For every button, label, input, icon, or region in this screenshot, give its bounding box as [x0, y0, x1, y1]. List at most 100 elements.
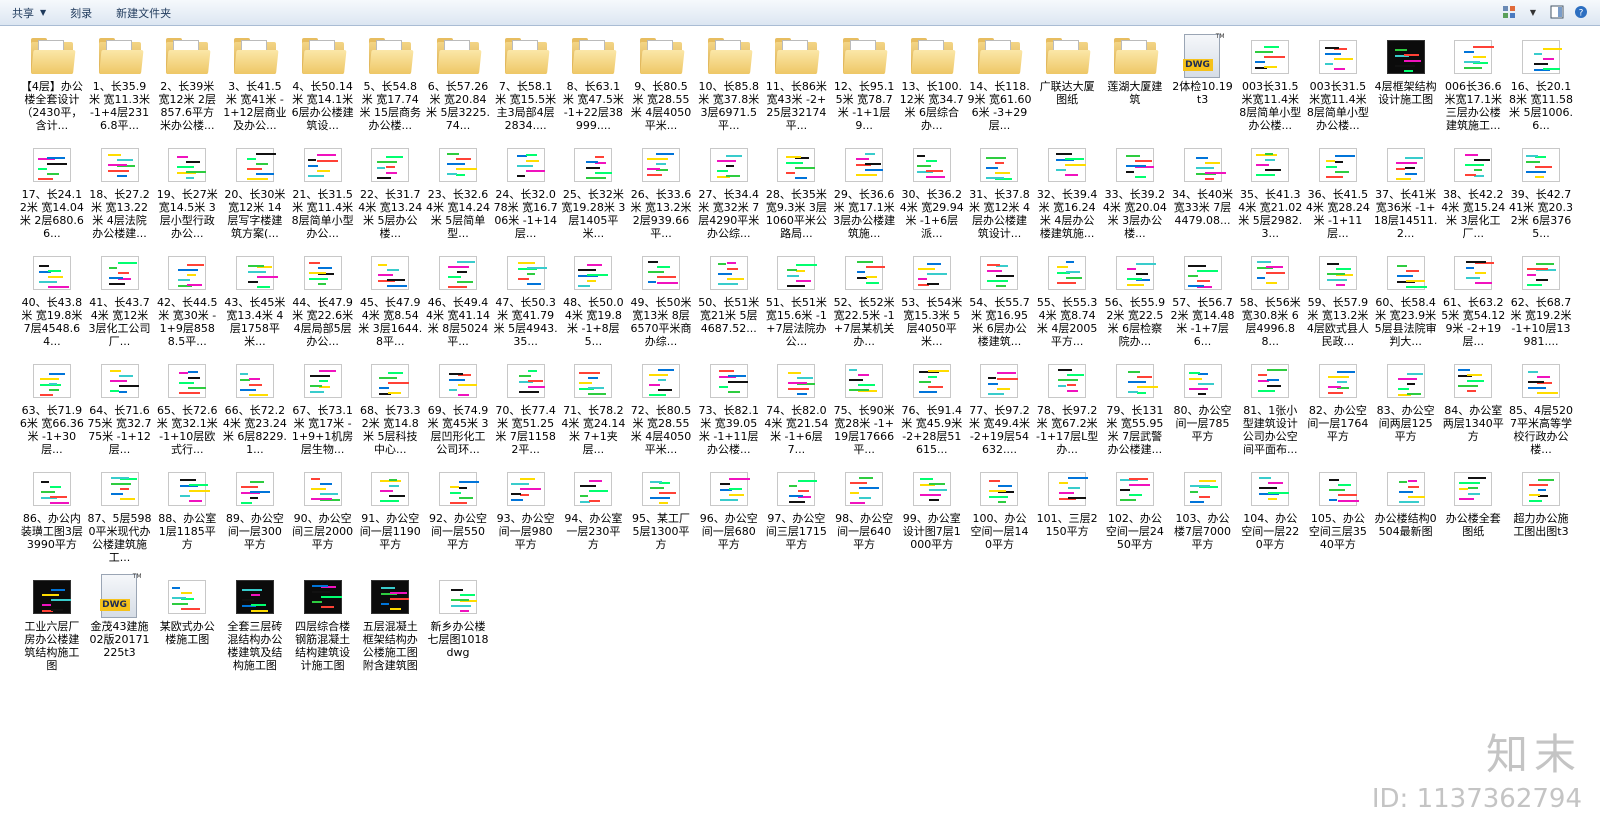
file-item[interactable]: 49、长50米 宽13米 8层6570平米商办综...: [627, 250, 695, 358]
file-item[interactable]: 办公楼结构0504最新图: [1372, 466, 1440, 574]
file-item[interactable]: 38、长42.24米 宽15.24米 3层化工厂...: [1439, 142, 1507, 250]
file-item[interactable]: 72、长80.5米 宽28.55米 4层4050平米...: [627, 358, 695, 466]
file-item[interactable]: 76、长91.4米 宽45.9米 -2+28层51615...: [898, 358, 966, 466]
file-item[interactable]: 57、长56.72米 宽14.48米 -1+7层6...: [1169, 250, 1237, 358]
file-item[interactable]: 98、办公空间一层640平方: [830, 466, 898, 574]
file-item[interactable]: 18、长27.2米 宽13.22米 4层法院办公楼建...: [86, 142, 154, 250]
file-item[interactable]: 21、长31.5米 宽11.4米 8层简单小型办公...: [289, 142, 357, 250]
file-item[interactable]: 17、长24.12米 宽14.04米 2层680.66...: [18, 142, 86, 250]
file-item[interactable]: 96、办公空间一层680平方: [695, 466, 763, 574]
file-item[interactable]: 61、长63.25米 宽54.129米 -2+19层...: [1439, 250, 1507, 358]
file-item[interactable]: 22、长31.74米 宽13.24米 5层办公楼...: [356, 142, 424, 250]
file-item[interactable]: 64、长71.675米 宽32.775米 -1+12层...: [86, 358, 154, 466]
file-item[interactable]: 62、长68.7米 宽19.2米 -1+10层13981....: [1507, 250, 1575, 358]
folder-item[interactable]: 广联达大厦图纸: [1033, 34, 1101, 142]
new-folder-button[interactable]: 新建文件夹: [104, 2, 183, 24]
file-item[interactable]: 86、办公内装璜工图3层3990平方: [18, 466, 86, 574]
file-item[interactable]: 70、长77.4米 宽51.25米 7层11582平...: [492, 358, 560, 466]
file-item[interactable]: 97、办公空间三层1715平方: [763, 466, 831, 574]
file-item[interactable]: 53、长54米 宽15.3米 5层4050平米...: [898, 250, 966, 358]
file-item[interactable]: 91、办公空间一层1190平方: [356, 466, 424, 574]
file-item[interactable]: 101、三层2150平方: [1033, 466, 1101, 574]
file-item[interactable]: 28、长35米 宽9.3米 3层1060平米公路局...: [763, 142, 831, 250]
folder-item[interactable]: 2、长39米 宽12米 2层857.6平方米办公楼...: [153, 34, 221, 142]
file-item[interactable]: 五层混凝土框架结构办公楼施工图附含建筑图: [356, 574, 424, 682]
folder-item[interactable]: 9、长80.5米 宽28.55米 4层4050平米...: [627, 34, 695, 142]
file-item[interactable]: 003长31.5米宽11.4米 8层简单小型办公楼...: [1304, 34, 1372, 142]
file-item[interactable]: 四层综合楼钢筋混凝土结构建筑设计施工图: [289, 574, 357, 682]
folder-item[interactable]: 1、长35.9米 宽11.3米 -1+4层2316.8平...: [86, 34, 154, 142]
file-item[interactable]: 67、长73.1米 宽17米 -1+9+1机房层生物...: [289, 358, 357, 466]
file-item[interactable]: 74、长82.04米 宽21.54米 -1+6层7...: [763, 358, 831, 466]
file-item[interactable]: 新乡办公楼七层图1018dwg: [424, 574, 492, 682]
file-item[interactable]: 全套三层砖混结构办公楼建筑及结构施工图: [221, 574, 289, 682]
share-button[interactable]: 共享 ▼: [0, 2, 58, 24]
file-item[interactable]: 88、办公室1层1185平方: [153, 466, 221, 574]
file-item[interactable]: 68、长73.32米 宽14.8米 5层科技中心...: [356, 358, 424, 466]
file-item[interactable]: 41、长43.74米 宽12米 3层化工公司厂...: [86, 250, 154, 358]
file-item[interactable]: 51、长51米 宽15.6米 -1+7层法院办公...: [763, 250, 831, 358]
folder-item[interactable]: 4、长50.14米 宽14.1米 6层办公楼建筑设...: [289, 34, 357, 142]
view-options-icon[interactable]: [1500, 3, 1518, 21]
folder-item[interactable]: 13、长100.12米 宽34.7米 6层综合办...: [898, 34, 966, 142]
file-item[interactable]: 66、长72.24米 宽23.24米 6层8229.1...: [221, 358, 289, 466]
file-item[interactable]: 003长31.5米宽11.4米 8层简单小型办公楼...: [1236, 34, 1304, 142]
file-item[interactable]: 83、办公空间两层125平方: [1372, 358, 1440, 466]
file-item[interactable]: 30、长36.24米 宽29.94米 -1+6层派...: [898, 142, 966, 250]
file-item[interactable]: 16、长20.18米 宽11.58米 5层1006.6...: [1507, 34, 1575, 142]
file-item[interactable]: 84、办公室两层1340平方: [1439, 358, 1507, 466]
file-item[interactable]: 82、办公空间一层1764平方: [1304, 358, 1372, 466]
file-item[interactable]: 79、长131米 宽55.95米 7层武警办公楼建...: [1101, 358, 1169, 466]
folder-item[interactable]: 8、长63.1米 宽47.5米 -1+22层38999....: [560, 34, 628, 142]
file-item[interactable]: 25、长32米 宽19.28米 3层1405平米...: [560, 142, 628, 250]
folder-item[interactable]: 14、长118.9米 宽61.606米 -3+29层...: [966, 34, 1034, 142]
file-item[interactable]: 27、长34.4米 宽32米 7层4290平米办公综...: [695, 142, 763, 250]
file-item[interactable]: 105、办公空间三层3540平方: [1304, 466, 1372, 574]
file-item[interactable]: 63、长71.96米 宽66.36米 -1+30层...: [18, 358, 86, 466]
file-item[interactable]: 35、长41.34米 宽21.02米 5层2982.3...: [1236, 142, 1304, 250]
file-item[interactable]: 65、长72.6米 宽32.1米 -1+10层欧式行...: [153, 358, 221, 466]
file-item[interactable]: 42、长44.5米 宽30米 -1+9层8588.5平...: [153, 250, 221, 358]
file-item[interactable]: 100、办公空间一层140平方: [966, 466, 1034, 574]
folder-item[interactable]: 莲湖大厦建筑: [1101, 34, 1169, 142]
file-item[interactable]: DWG TM 2体检10.19t3: [1169, 33, 1237, 142]
file-item[interactable]: 超力办公施工图出图t3: [1507, 466, 1575, 574]
file-item[interactable]: 69、长74.9米 宽45米 3层凹形化工公司环...: [424, 358, 492, 466]
folder-item[interactable]: 3、长41.5米 宽41米 -1+12层商业及办公...: [221, 34, 289, 142]
file-item[interactable]: 92、办公空间一层550平方: [424, 466, 492, 574]
file-item[interactable]: 73、长82.1米 宽39.05米 -1+11层办公楼...: [695, 358, 763, 466]
file-item[interactable]: 45、长47.94米 宽8.54米 3层1644.8平...: [356, 250, 424, 358]
folder-item[interactable]: 7、长58.1米 宽15.5米 主3局部4层2834....: [492, 34, 560, 142]
file-item[interactable]: 52、长52米 宽22.5米 -1+7层某机关办...: [830, 250, 898, 358]
file-item[interactable]: 89、办公空间一层300平方: [221, 466, 289, 574]
preview-pane-icon[interactable]: [1548, 3, 1566, 21]
file-item[interactable]: 23、长32.64米 宽14.24米 5层简单型...: [424, 142, 492, 250]
file-item[interactable]: 81、1张小型建筑设计公司办公空间平面布...: [1236, 358, 1304, 466]
file-item[interactable]: 办公楼全套图纸: [1439, 466, 1507, 574]
file-item[interactable]: 32、长39.4米 宽16.24米 4层办公楼建筑施...: [1033, 142, 1101, 250]
file-item[interactable]: 85、4层5207平米高等学校行政办公楼...: [1507, 358, 1575, 466]
file-item[interactable]: 56、长55.92米 宽22.5米 6层检察院办...: [1101, 250, 1169, 358]
file-item[interactable]: 47、长50.3米 宽41.79米 5层4943.35...: [492, 250, 560, 358]
folder-item[interactable]: 11、长86米 宽43米 -2+25层32174平...: [763, 34, 831, 142]
file-item[interactable]: 55、长55.34米 宽8.74米 4层2005平方...: [1033, 250, 1101, 358]
file-item[interactable]: 24、长32.078米 宽16.706米 -1+14层...: [492, 142, 560, 250]
file-item[interactable]: 58、长56米 宽30.8米 6层4996.88...: [1236, 250, 1304, 358]
file-item[interactable]: 48、长50.04米 宽19.8米 -1+8层5...: [560, 250, 628, 358]
help-icon[interactable]: ?: [1572, 3, 1590, 21]
file-item[interactable]: 43、长45米 宽13.4米 4层1758平米...: [221, 250, 289, 358]
chevron-down-icon[interactable]: ▼: [1524, 3, 1542, 21]
file-item[interactable]: 29、长36.6米 宽17.1米 3层办公楼建筑施...: [830, 142, 898, 250]
folder-item[interactable]: 10、长85.8米 宽37.8米 3层6971.5平...: [695, 34, 763, 142]
file-item[interactable]: 006长36.6米宽17.1米 三层办公楼建筑施工...: [1439, 34, 1507, 142]
file-item[interactable]: 31、长37.8米 宽12米 4层办公楼建筑设计...: [966, 142, 1034, 250]
file-item[interactable]: 44、长47.9米 宽22.6米 4层局部5层办公...: [289, 250, 357, 358]
file-item[interactable]: 93、办公空间一层980平方: [492, 466, 560, 574]
file-item[interactable]: 71、长78.24米 宽24.14米 7+1夹层...: [560, 358, 628, 466]
file-item[interactable]: 104、办公空间一层220平方: [1236, 466, 1304, 574]
file-item[interactable]: 95、某工厂5层1300平方: [627, 466, 695, 574]
file-item[interactable]: 87、5层5980平米现代办公楼建筑施工...: [86, 466, 154, 574]
file-item[interactable]: 4层框架结构设计施工图: [1372, 34, 1440, 142]
file-item[interactable]: 20、长30米 宽12米 14层写字楼建筑方案(...: [221, 142, 289, 250]
file-item[interactable]: 19、长27米 宽14.5米 3层小型行政办公...: [153, 142, 221, 250]
